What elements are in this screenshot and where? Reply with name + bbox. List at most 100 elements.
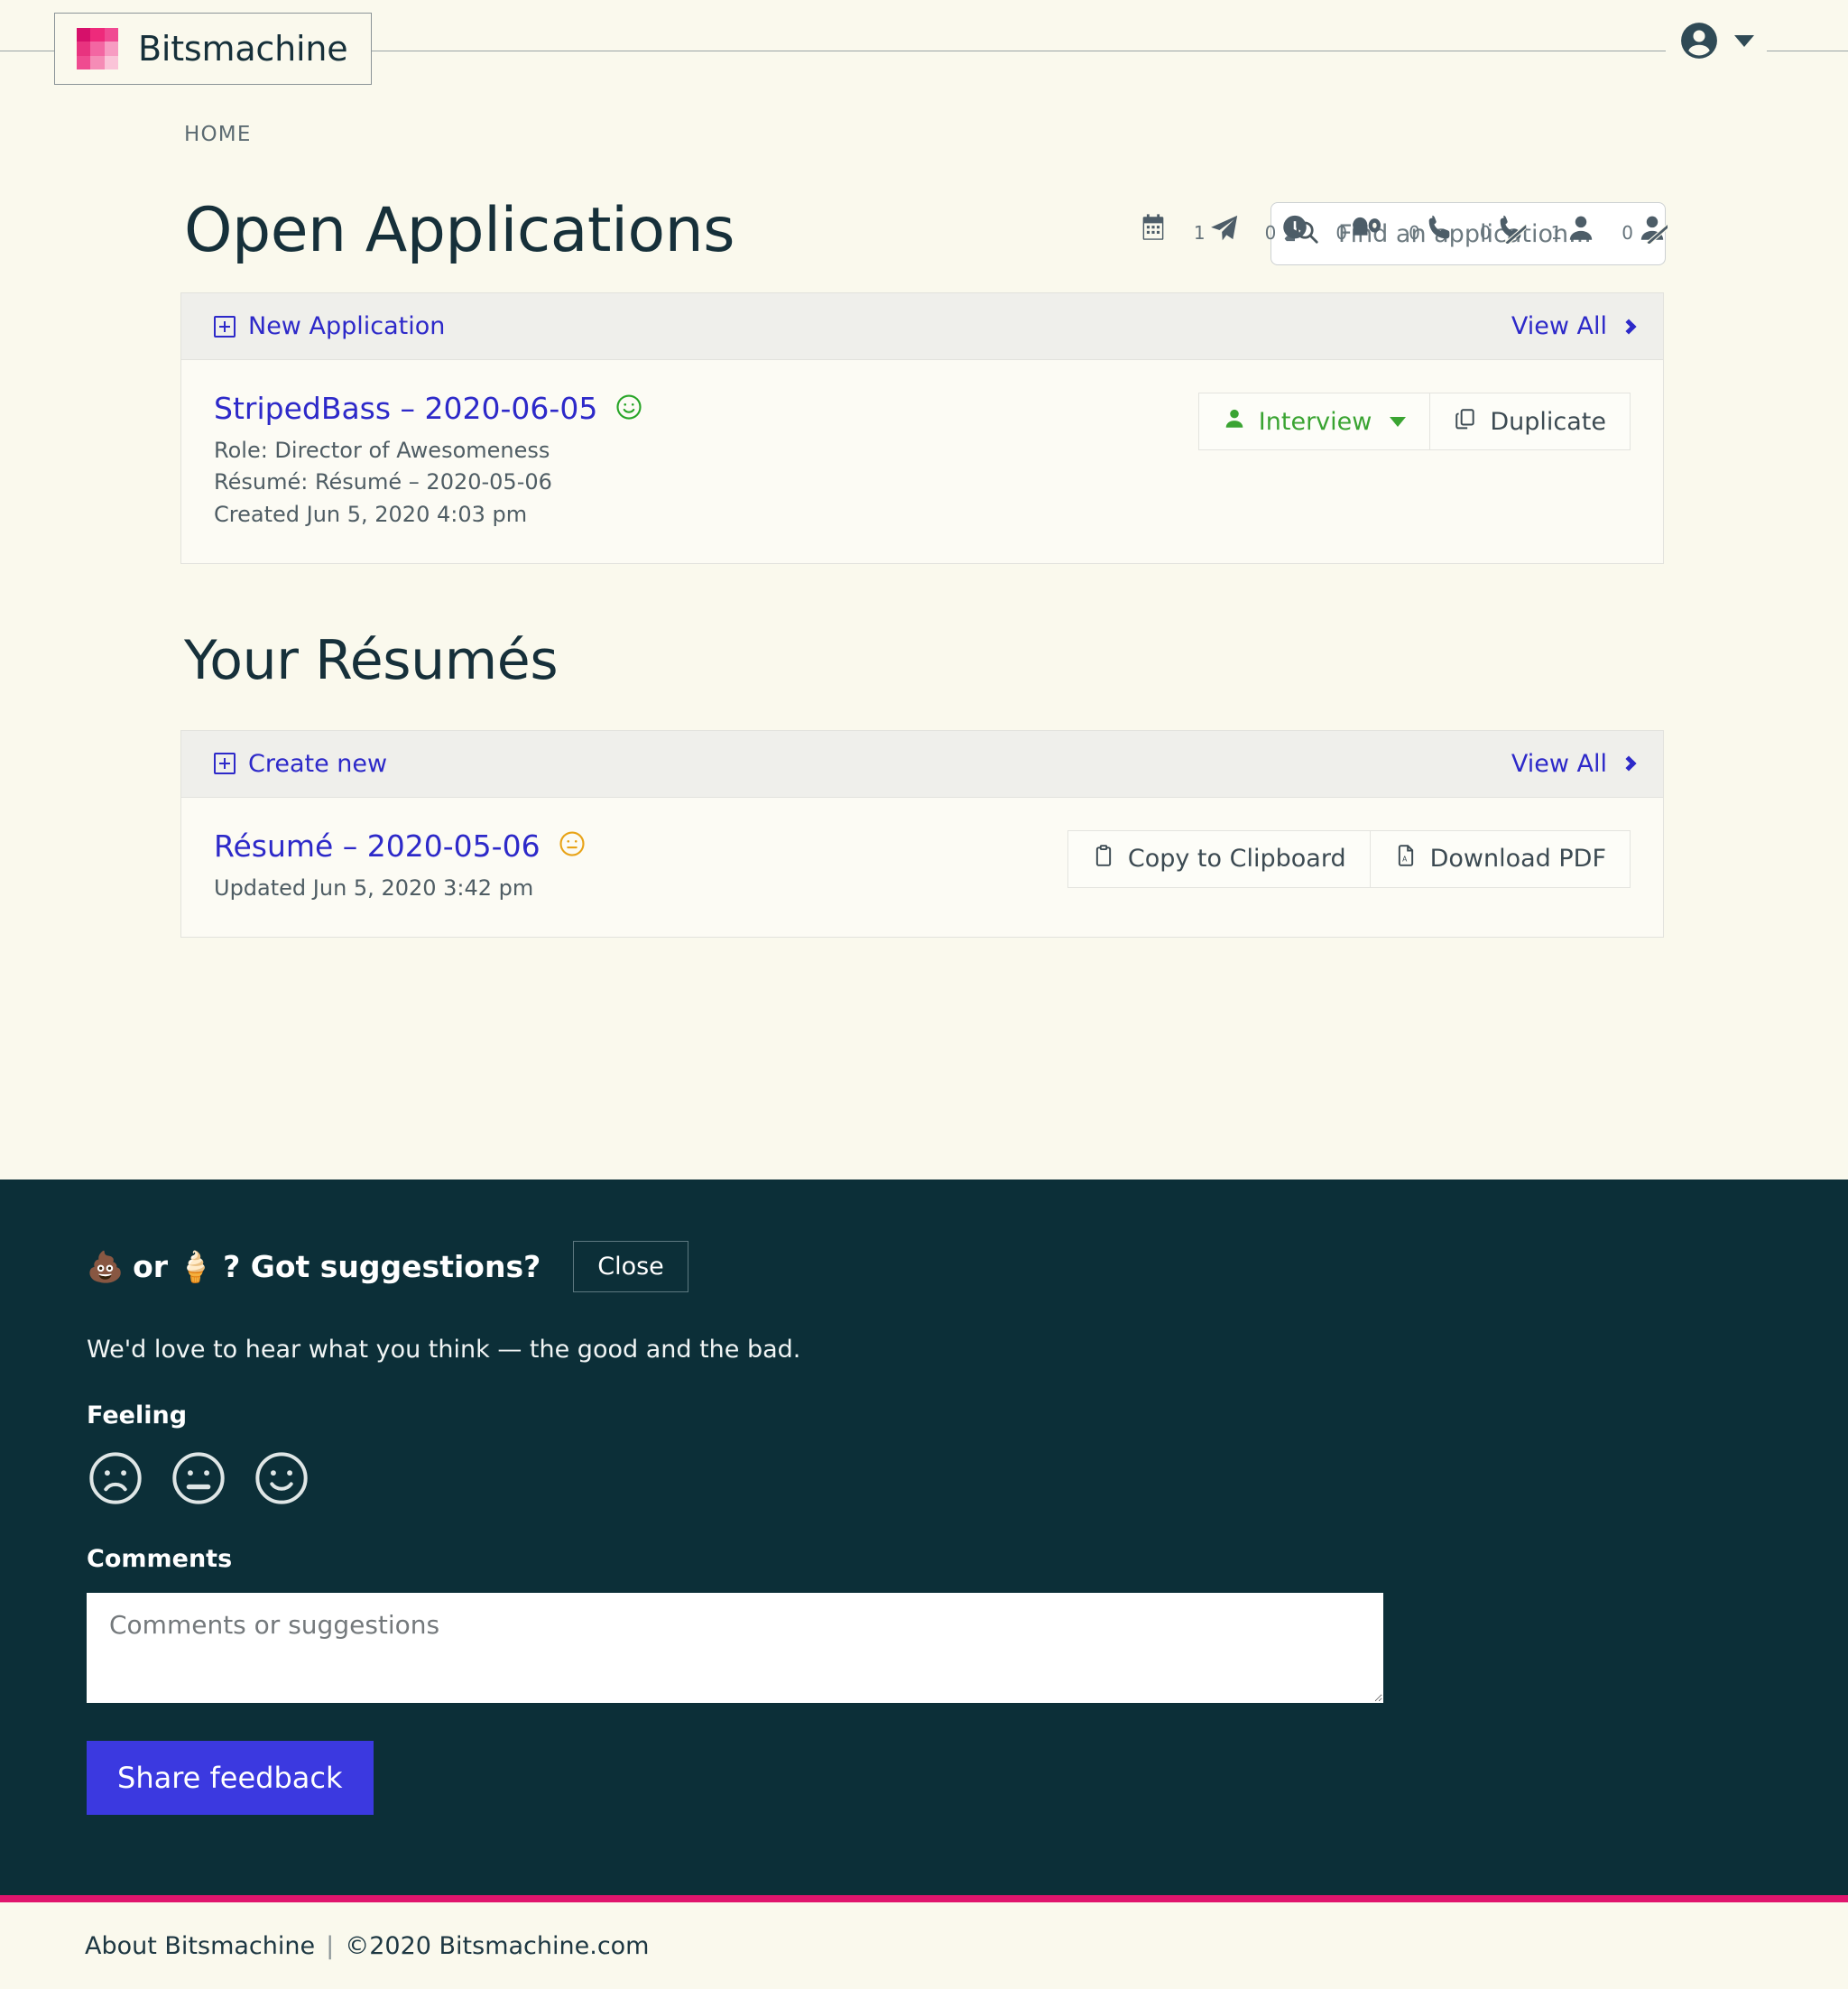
plus-square-icon [214, 753, 236, 774]
application-duplicate-label: Duplicate [1490, 408, 1606, 436]
status-rejected-count: 0 [1335, 224, 1347, 244]
brand-logo-link[interactable]: Bitsmachine [54, 13, 372, 85]
smile-green-icon [615, 393, 642, 424]
chevron-right-icon [1622, 756, 1637, 772]
resume-title-link[interactable]: Résumé – 2020-05-06 [214, 828, 541, 864]
breadcrumb[interactable]: HOME [184, 123, 252, 146]
comments-label: Comments [87, 1545, 1761, 1573]
application-title-link[interactable]: StripedBass – 2020-06-05 [214, 391, 597, 426]
new-application-button[interactable]: New Application [214, 312, 445, 340]
clock-waiting-icon[interactable] [1280, 213, 1310, 244]
feedback-headline: 💩 or 🍦 ? Got suggestions? [87, 1249, 541, 1285]
status-sent-count: 1 [1194, 224, 1206, 244]
brand-name: Bitsmachine [138, 29, 347, 69]
application-resume: Résumé: Résumé – 2020-05-06 [214, 467, 1198, 498]
status-phone[interactable]: 0 [1409, 213, 1455, 244]
new-application-label: New Application [248, 312, 445, 340]
user-icon[interactable] [1566, 213, 1596, 244]
resumes-panel-header: Create new View All [181, 731, 1663, 798]
breadcrumb-row: HOME [0, 94, 1848, 188]
copy-to-clipboard-button[interactable]: Copy to Clipboard [1068, 831, 1370, 887]
feeling-options [87, 1449, 1761, 1507]
close-feedback-button[interactable]: Close [573, 1241, 688, 1292]
chevron-down-icon[interactable] [1734, 35, 1754, 47]
clipboard-icon [1092, 844, 1115, 874]
footer-divider: | [326, 1932, 334, 1960]
download-pdf-label: Download PDF [1430, 845, 1606, 873]
create-new-resume-button[interactable]: Create new [214, 750, 387, 778]
status-icon-row: 1 0 0 [1134, 213, 1668, 244]
comments-field-wrap [87, 1593, 1761, 1703]
footer-accent-bar [0, 1895, 1848, 1902]
top-bar: Bitsmachine [0, 0, 1848, 94]
smile-icon[interactable] [253, 1449, 310, 1507]
copyright-text: ©2020 Bitsmachine.com [345, 1932, 649, 1960]
poop-icon: 💩 [87, 1249, 124, 1285]
meh-icon[interactable] [170, 1449, 227, 1507]
phone-slash-icon[interactable] [1495, 213, 1526, 244]
status-interview-rejected-count: 0 [1622, 224, 1633, 244]
resume-updated: Updated Jun 5, 2020 3:42 pm [214, 873, 1067, 904]
resume-row: Résumé – 2020-05-06 Updated Jun 5, 2020 … [181, 798, 1663, 937]
application-status-label: Interview [1259, 408, 1372, 436]
application-duplicate-button[interactable]: Duplicate [1429, 393, 1630, 449]
download-pdf-button[interactable]: A Download PDF [1370, 831, 1630, 887]
application-actions: Interview Duplicate [1198, 393, 1631, 450]
copy-to-clipboard-label: Copy to Clipboard [1128, 845, 1346, 873]
status-phone-count: 0 [1409, 224, 1420, 244]
phone-icon[interactable] [1424, 213, 1455, 244]
feedback-panel: 💩 or 🍦 ? Got suggestions? Close We'd lov… [0, 1180, 1848, 1895]
plus-square-icon [214, 316, 236, 338]
status-interview[interactable]: 1 [1551, 213, 1597, 244]
applications-view-all-label: View All [1511, 312, 1607, 340]
status-interview-count: 1 [1551, 224, 1563, 244]
resumes-panel: Create new View All Résumé – 2020-05-06 [180, 730, 1664, 938]
meh-orange-icon [559, 830, 586, 861]
status-phone-rejected-count: 0 [1480, 224, 1492, 244]
calendar-icon[interactable] [1138, 213, 1169, 244]
resume-title-line: Résumé – 2020-05-06 [214, 828, 1067, 864]
feedback-header: 💩 or 🍦 ? Got suggestions? Close [87, 1241, 1761, 1292]
status-waiting[interactable]: 0 [1265, 213, 1311, 244]
chevron-right-icon [1622, 319, 1637, 334]
user-slash-icon[interactable] [1637, 213, 1668, 244]
about-link[interactable]: About Bitsmachine [85, 1932, 315, 1960]
paper-plane-icon[interactable] [1209, 213, 1240, 244]
status-rejected[interactable]: 0 [1335, 213, 1383, 244]
status-phone-rejected[interactable]: 0 [1480, 213, 1526, 244]
application-role: Role: Director of Awesomeness [214, 435, 1198, 467]
comments-input[interactable] [87, 1593, 1383, 1703]
status-sent[interactable]: 1 [1194, 213, 1240, 244]
application-created: Created Jun 5, 2020 4:03 pm [214, 499, 1198, 531]
svg-text:A: A [1402, 856, 1408, 864]
feedback-headline-tail: ? Got suggestions? [223, 1249, 541, 1284]
application-status-button[interactable]: Interview [1199, 393, 1430, 449]
file-pdf-icon: A [1394, 844, 1418, 874]
feeling-label: Feeling [87, 1402, 1761, 1429]
applications-header: Open Applications 1 0 [0, 188, 1848, 292]
status-calendar[interactable] [1134, 213, 1169, 244]
applications-view-all-link[interactable]: View All [1511, 312, 1634, 340]
bitsmachine-logo-icon [77, 28, 118, 69]
resumes-view-all-link[interactable]: View All [1511, 750, 1634, 778]
resume-row-main: Résumé – 2020-05-06 Updated Jun 5, 2020 … [214, 828, 1067, 904]
account-menu[interactable] [1666, 20, 1767, 61]
user-circle-icon[interactable] [1678, 20, 1720, 61]
status-interview-rejected[interactable]: 0 [1622, 213, 1668, 244]
application-row: StripedBass – 2020-06-05 Role: Director … [181, 360, 1663, 563]
chevron-down-icon [1390, 417, 1406, 427]
feedback-or-text: or [133, 1249, 168, 1284]
share-feedback-button[interactable]: Share feedback [87, 1741, 374, 1815]
toilet-paper-icon[interactable] [1351, 213, 1383, 244]
frown-icon[interactable] [87, 1449, 144, 1507]
resumes-view-all-label: View All [1511, 750, 1607, 778]
applications-panel: New Application View All StripedBass – 2… [180, 292, 1664, 564]
resumes-title: Your Résumés [0, 564, 1848, 730]
application-title-line: StripedBass – 2020-06-05 [214, 391, 1198, 426]
feedback-lead-text: We'd love to hear what you think — the g… [87, 1336, 1761, 1364]
status-waiting-count: 0 [1265, 224, 1277, 244]
application-row-main: StripedBass – 2020-06-05 Role: Director … [214, 391, 1198, 531]
ice-cream-icon: 🍦 [177, 1249, 214, 1285]
resume-actions: Copy to Clipboard A Download PDF [1067, 830, 1631, 888]
footer: About Bitsmachine | ©2020 Bitsmachine.co… [0, 1902, 1848, 1989]
